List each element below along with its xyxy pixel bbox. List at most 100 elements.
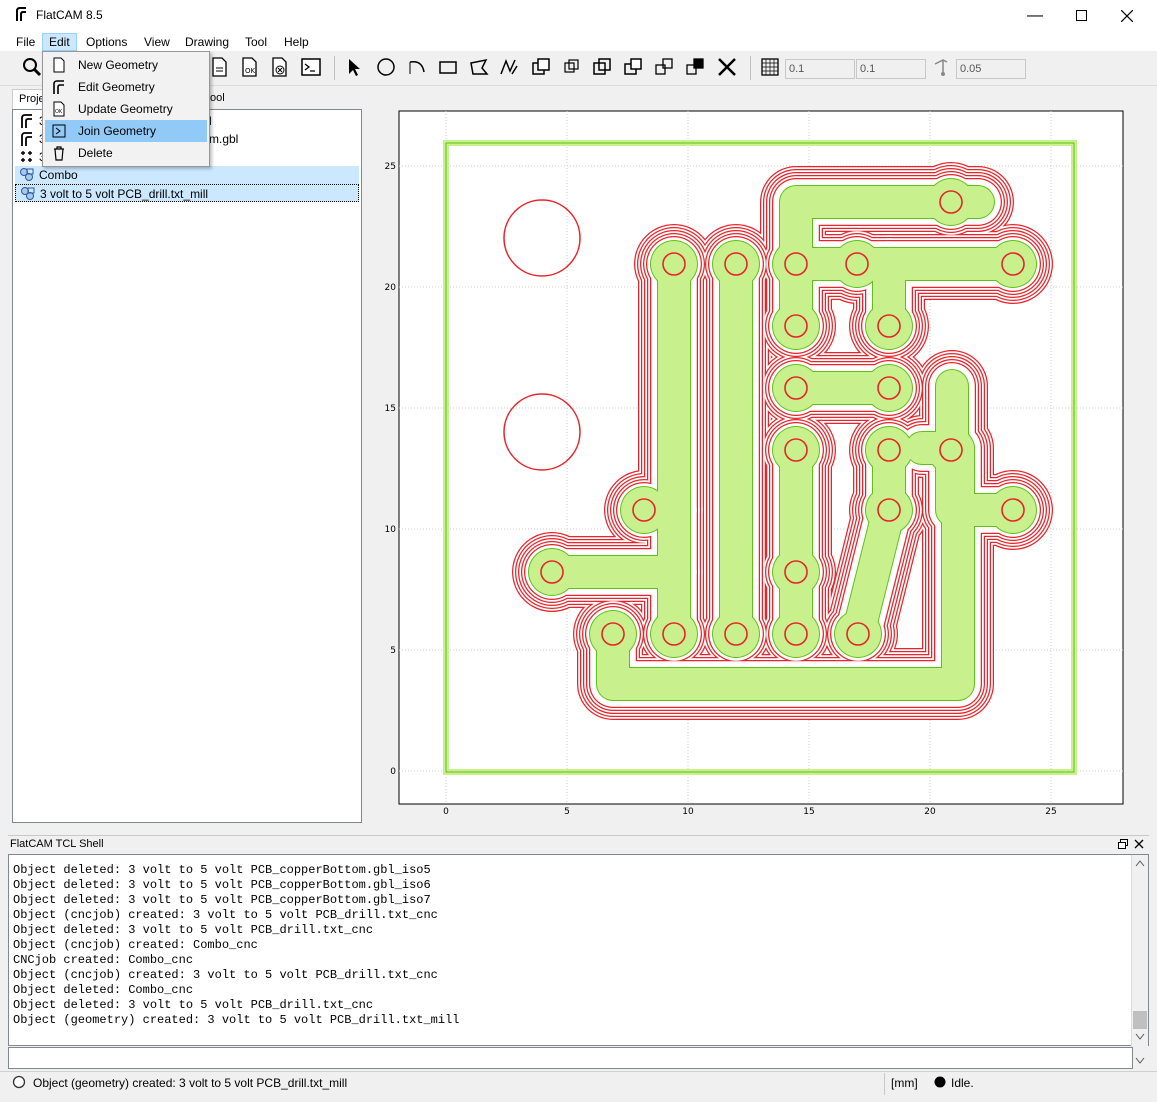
menu-help[interactable]: Help — [278, 33, 315, 51]
menu-item-update-geometry[interactable]: OK Update Geometry — [45, 98, 207, 120]
log-line: Object deleted: Combo_cnc — [13, 983, 194, 997]
trash-icon — [54, 146, 64, 161]
tree-item-label-suffix: m.gbl — [209, 132, 239, 146]
menu-item-label: New Geometry — [78, 58, 159, 72]
subtract-icon[interactable] — [591, 56, 613, 78]
copper-pad — [773, 427, 819, 473]
shell-input[interactable] — [8, 1047, 1133, 1069]
close-icon — [1121, 9, 1133, 22]
menu-item-new-geometry[interactable]: New Geometry — [45, 54, 207, 76]
log-line: Object deleted: 3 volt to 5 volt PCB_cop… — [13, 863, 431, 877]
project-tree: 3 l 3 m.gbl 3 Combo 3 volt to 5 volt PCB… — [12, 109, 362, 823]
copper-pad — [773, 303, 819, 349]
status-state: Idle. — [951, 1076, 974, 1090]
delete-shape-icon[interactable] — [716, 56, 738, 78]
select-arrow-icon[interactable] — [343, 56, 365, 78]
x-tick-label: 25 — [1045, 807, 1056, 817]
zoom-fit-icon[interactable] — [21, 56, 43, 78]
draw-polygon-icon[interactable] — [468, 56, 490, 78]
copper-pad — [651, 241, 697, 287]
shell-title-bar: FlatCAM TCL Shell — [8, 835, 1149, 853]
log-line: Object deleted: 3 volt to 5 volt PCB_cop… — [13, 878, 431, 892]
x-tick-label: 5 — [564, 807, 570, 817]
snap-max-field[interactable]: 0.05 — [956, 59, 1026, 79]
grid-x-field[interactable]: 0.1 — [785, 59, 855, 79]
copper-pad — [928, 179, 974, 225]
copper-pad — [866, 303, 912, 349]
open-excellon-icon[interactable]: OK — [238, 56, 260, 78]
x-tick-label: 0 — [443, 807, 449, 817]
menu-edit[interactable]: Edit — [42, 33, 77, 51]
svg-text:OK: OK — [55, 109, 63, 115]
menu-view[interactable]: View — [138, 33, 176, 51]
move-shape-icon[interactable] — [684, 56, 706, 78]
tree-item-drill-mill[interactable]: 3 volt to 5 volt PCB_drill.txt_mill — [15, 184, 359, 202]
draw-path-icon[interactable] — [498, 56, 520, 78]
shell-icon[interactable] — [300, 56, 322, 78]
scroll-thumb[interactable] — [1133, 1011, 1147, 1029]
join-geometry-icon — [52, 124, 66, 138]
geometry-icon — [21, 187, 35, 200]
geometry-icon — [20, 168, 34, 181]
copper-pad — [835, 611, 881, 657]
copper-pad — [773, 611, 819, 657]
maximize-icon — [1075, 10, 1087, 21]
close-shell-icon[interactable] — [1134, 839, 1144, 849]
menu-item-edit-geometry[interactable]: Edit Geometry — [45, 76, 207, 98]
intersection-icon[interactable] — [561, 56, 583, 78]
gerber-icon — [21, 132, 32, 146]
scroll-down-icon[interactable] — [1135, 1057, 1145, 1065]
y-tick-label: 5 — [390, 646, 396, 656]
scroll-down-icon[interactable] — [1135, 1033, 1145, 1041]
new-file-icon — [53, 57, 65, 73]
x-tick-label: 20 — [924, 807, 936, 817]
log-line: Object (geometry) created: 3 volt to 5 v… — [13, 1013, 460, 1027]
log-line: Object deleted: 3 volt to 5 volt PCB_dri… — [13, 923, 374, 937]
close-button[interactable] — [1104, 0, 1150, 31]
copper-pad — [866, 365, 912, 411]
menu-drawing[interactable]: Drawing — [179, 33, 235, 51]
minimize-button[interactable]: — — [1012, 0, 1058, 31]
x-tick-label: 15 — [803, 807, 814, 817]
union-icon[interactable] — [530, 56, 552, 78]
copper-pad — [773, 241, 819, 287]
copper-pad — [590, 611, 636, 657]
plot-figure[interactable]: 0 5 10 15 20 25 0 5 10 15 20 25 — [372, 86, 1157, 834]
status-state-icon — [934, 1076, 946, 1088]
copper-pad — [713, 611, 759, 657]
svg-text:OK: OK — [245, 67, 256, 75]
snap-corner-icon[interactable] — [931, 56, 953, 78]
menu-item-join-geometry[interactable]: Join Geometry — [45, 120, 207, 142]
menu-file[interactable]: File — [10, 33, 41, 51]
scroll-up-icon[interactable] — [1135, 859, 1145, 867]
draw-arc-icon[interactable] — [406, 56, 428, 78]
maximize-button[interactable] — [1058, 0, 1104, 31]
menu-tool[interactable]: Tool — [239, 33, 273, 51]
status-info-icon — [12, 1075, 26, 1089]
tree-item-combo[interactable]: Combo — [15, 166, 359, 184]
log-line: Object (cncjob) created: 3 volt to 5 vol… — [13, 968, 438, 982]
snap-grid-icon[interactable] — [759, 56, 781, 78]
toolbar-separator — [334, 56, 335, 80]
y-tick-label: 25 — [385, 162, 396, 172]
log-line: CNCjob created: Combo_cnc — [13, 953, 194, 967]
copper-pad — [621, 487, 667, 533]
update-geometry-icon: OK — [53, 101, 65, 117]
menu-options[interactable]: Options — [80, 33, 133, 51]
shell-scrollbar[interactable] — [1131, 855, 1148, 1069]
draw-circle-icon[interactable] — [375, 56, 397, 78]
grid-y-field[interactable]: 0.1 — [856, 59, 926, 79]
copper-pad — [866, 427, 912, 473]
log-line: Object (cncjob) created: 3 volt to 5 vol… — [13, 908, 438, 922]
copper-pad — [713, 241, 759, 287]
shell-output[interactable]: Object deleted: 3 volt to 5 volt PCB_cop… — [8, 854, 1149, 1046]
menu-item-delete[interactable]: Delete — [45, 142, 207, 164]
cut-path-icon[interactable] — [622, 56, 644, 78]
log-line: Object deleted: 3 volt to 5 volt PCB_dri… — [13, 998, 374, 1012]
copy-shape-icon[interactable] — [653, 56, 675, 78]
open-gerber-icon[interactable] — [208, 56, 230, 78]
draw-rectangle-icon[interactable] — [437, 56, 459, 78]
close-file-icon[interactable] — [268, 56, 290, 78]
float-dock-icon[interactable] — [1118, 839, 1128, 849]
shell-title: FlatCAM TCL Shell — [10, 838, 104, 850]
